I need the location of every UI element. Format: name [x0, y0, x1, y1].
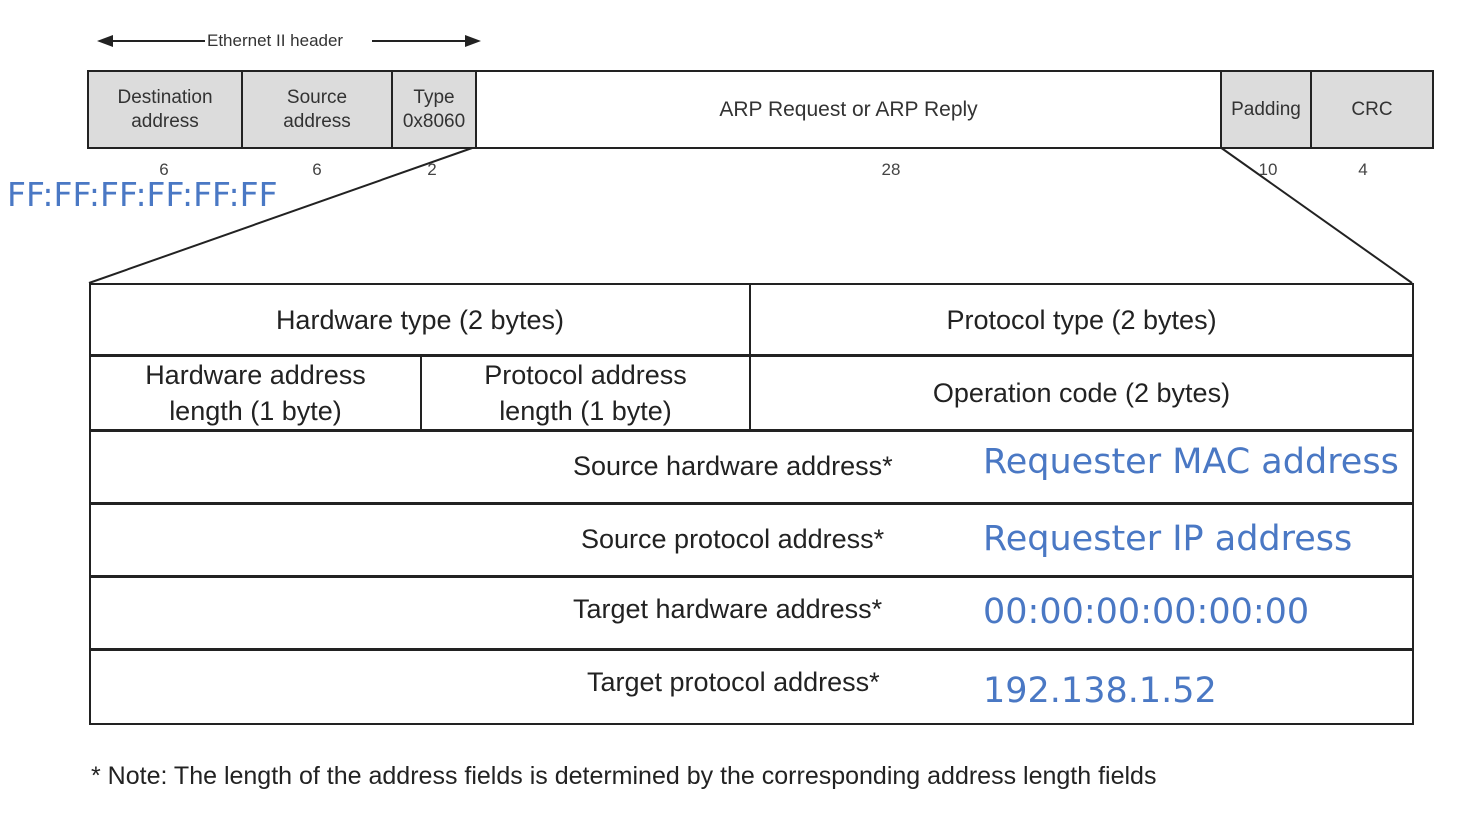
row-label: Source protocol address* [581, 524, 885, 554]
row-annotation: Requester MAC address [983, 442, 1399, 482]
frame-size-source: 6 [312, 160, 322, 179]
arp-hardware-type: Hardware type (2 bytes) [91, 285, 751, 357]
frame-field-padding: Padding [1222, 72, 1312, 147]
arp-hw-addr-length: Hardware address length (1 byte) [91, 357, 422, 432]
ethernet-header-label: Ethernet II header [205, 31, 346, 51]
row-annotation: 00:00:00:00:00:00 [983, 592, 1310, 632]
zoom-line-left [88, 146, 476, 284]
zoom-line-right [1219, 146, 1413, 284]
frame-field-destination: Destination address [89, 72, 243, 147]
arp-operation-code: Operation code (2 bytes) [751, 357, 1412, 432]
row-label: Target protocol address* [587, 667, 880, 697]
address-length-note: * Note: The length of the address fields… [91, 762, 1157, 790]
frame-field-arp: ARP Request or ARP Reply [477, 72, 1222, 147]
arp-packet-table: Hardware type (2 bytes) Protocol type (2… [89, 283, 1414, 725]
arp-protocol-type: Protocol type (2 bytes) [751, 285, 1412, 357]
frame-size-padding: 10 [1258, 160, 1278, 179]
arrowhead-right-icon [465, 35, 481, 47]
arp-proto-addr-length: Protocol address length (1 byte) [422, 357, 751, 432]
frame-size-arp: 28 [881, 160, 901, 179]
frame-field-type: Type 0x8060 [393, 72, 477, 147]
row-label: Source hardware address* [573, 451, 893, 481]
arp-row-target-proto: Target protocol address* 192.138.1.52 [91, 651, 1412, 723]
row-label: Target hardware address* [573, 594, 883, 624]
ethernet-frame: Destination address Source address Type … [87, 70, 1434, 149]
frame-size-type: 2 [427, 160, 437, 179]
arp-row-source-hw: Source hardware address* Requester MAC a… [91, 432, 1412, 505]
frame-field-crc: CRC [1312, 72, 1432, 147]
arp-row-source-proto: Source protocol address* Requester IP ad… [91, 505, 1412, 578]
broadcast-mac-annotation: FF:FF:FF:FF:FF:FF [7, 175, 278, 214]
arp-row-target-hw: Target hardware address* 00:00:00:00:00:… [91, 578, 1412, 651]
arrowhead-left-icon [97, 35, 113, 47]
frame-field-source: Source address [243, 72, 393, 147]
row-annotation: Requester IP address [983, 519, 1353, 559]
frame-size-crc: 4 [1358, 160, 1368, 179]
row-annotation: 192.138.1.52 [983, 671, 1217, 711]
